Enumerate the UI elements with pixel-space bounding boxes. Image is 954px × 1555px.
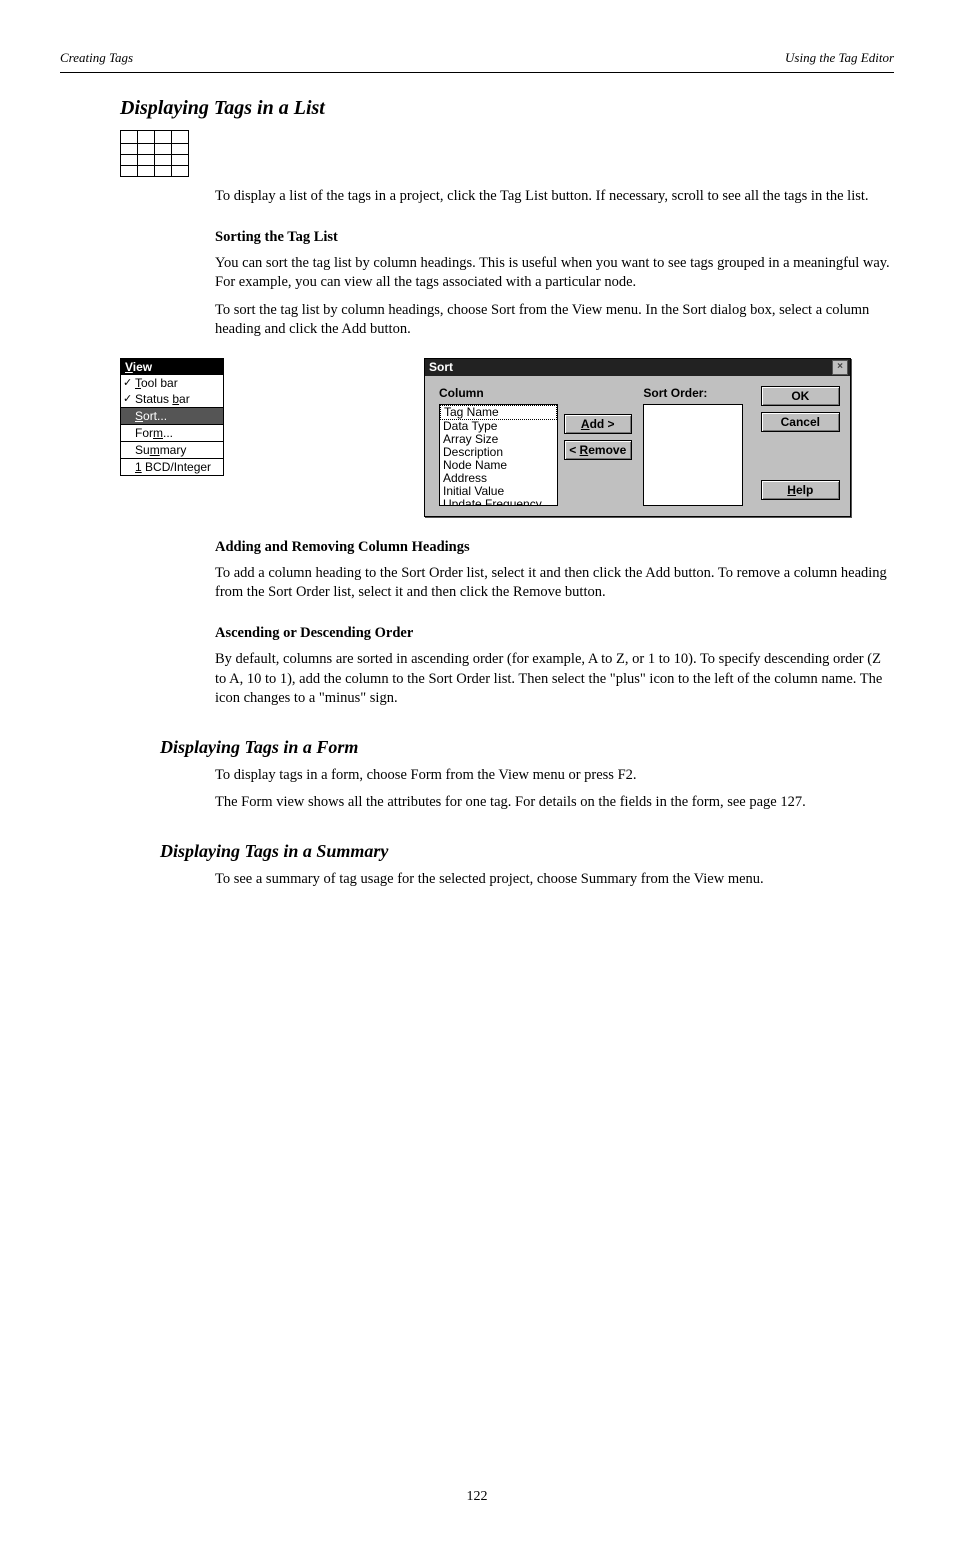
sort-dialog: Sort × Column Tag Name Data Type Array S…	[424, 358, 851, 517]
list-item[interactable]: Data Type	[440, 420, 557, 433]
add-button[interactable]: Add >	[564, 414, 632, 434]
paragraph-ascdesc: By default, columns are sorted in ascend…	[215, 650, 894, 709]
sort-dialog-title: Sort	[429, 360, 453, 374]
paragraph-3: To sort the tag list by column headings,…	[215, 301, 894, 340]
list-item[interactable]: Update Frequency	[440, 498, 557, 506]
menu-item-summary[interactable]: Summary	[121, 442, 223, 458]
menu-item-toolbar[interactable]: ✓ Tool bar	[121, 375, 223, 391]
view-menu: View ✓ Tool bar ✓ Status bar Sort... For…	[120, 358, 224, 476]
menu-item-bcd[interactable]: 1 BCD/Integer	[121, 459, 223, 475]
paragraph-add-remove: To add a column heading to the Sort Orde…	[215, 564, 894, 603]
header-left: Creating Tags	[60, 50, 133, 66]
help-button[interactable]: Help	[761, 480, 840, 500]
check-icon: ✓	[123, 392, 132, 405]
paragraph-5: The Form view shows all the attributes f…	[215, 793, 894, 813]
header-rule	[60, 72, 894, 73]
heading-tag-list: Displaying Tags in a List	[120, 97, 894, 120]
list-item[interactable]: Description	[440, 446, 557, 459]
paragraph-2: You can sort the tag list by column head…	[215, 254, 894, 293]
heading-form: Displaying Tags in a Form	[160, 737, 894, 758]
tag-list-icon	[120, 130, 894, 177]
list-item[interactable]: Initial Value	[440, 485, 557, 498]
header-right: Using the Tag Editor	[785, 50, 894, 66]
page-number: 122	[60, 1489, 894, 1505]
paragraph-6: To see a summary of tag usage for the se…	[215, 870, 894, 890]
sort-dialog-title-bar: Sort ×	[425, 359, 850, 376]
subheading-ascdesc: Ascending or Descending Order	[215, 625, 894, 642]
column-listbox[interactable]: Tag Name Data Type Array Size Descriptio…	[439, 404, 558, 506]
list-item[interactable]: Node Name	[440, 459, 557, 472]
paragraph-4: To display tags in a form, choose Form f…	[215, 766, 894, 786]
heading-summary: Displaying Tags in a Summary	[160, 841, 894, 862]
close-icon[interactable]: ×	[832, 360, 848, 375]
list-item[interactable]: Tag Name	[440, 405, 557, 420]
page-header: Creating Tags Using the Tag Editor	[60, 50, 894, 72]
column-label: Column	[439, 386, 558, 400]
menu-item-statusbar[interactable]: ✓ Status bar	[121, 391, 223, 407]
menu-item-sort[interactable]: Sort...	[121, 408, 223, 424]
sort-order-label: Sort Order:	[643, 386, 742, 400]
view-menu-title[interactable]: View	[121, 359, 223, 375]
check-icon: ✓	[123, 376, 132, 389]
menu-item-form[interactable]: Form...	[121, 425, 223, 441]
sort-order-listbox[interactable]	[643, 404, 742, 506]
ok-button[interactable]: OK	[761, 386, 840, 406]
list-item[interactable]: Array Size	[440, 433, 557, 446]
subheading-add-remove: Adding and Removing Column Headings	[215, 539, 894, 556]
subheading-sort: Sorting the Tag List	[215, 229, 894, 246]
paragraph-1: To display a list of the tags in a proje…	[215, 187, 894, 207]
cancel-button[interactable]: Cancel	[761, 412, 840, 432]
list-item[interactable]: Address	[440, 472, 557, 485]
remove-button[interactable]: < Remove	[564, 440, 632, 460]
